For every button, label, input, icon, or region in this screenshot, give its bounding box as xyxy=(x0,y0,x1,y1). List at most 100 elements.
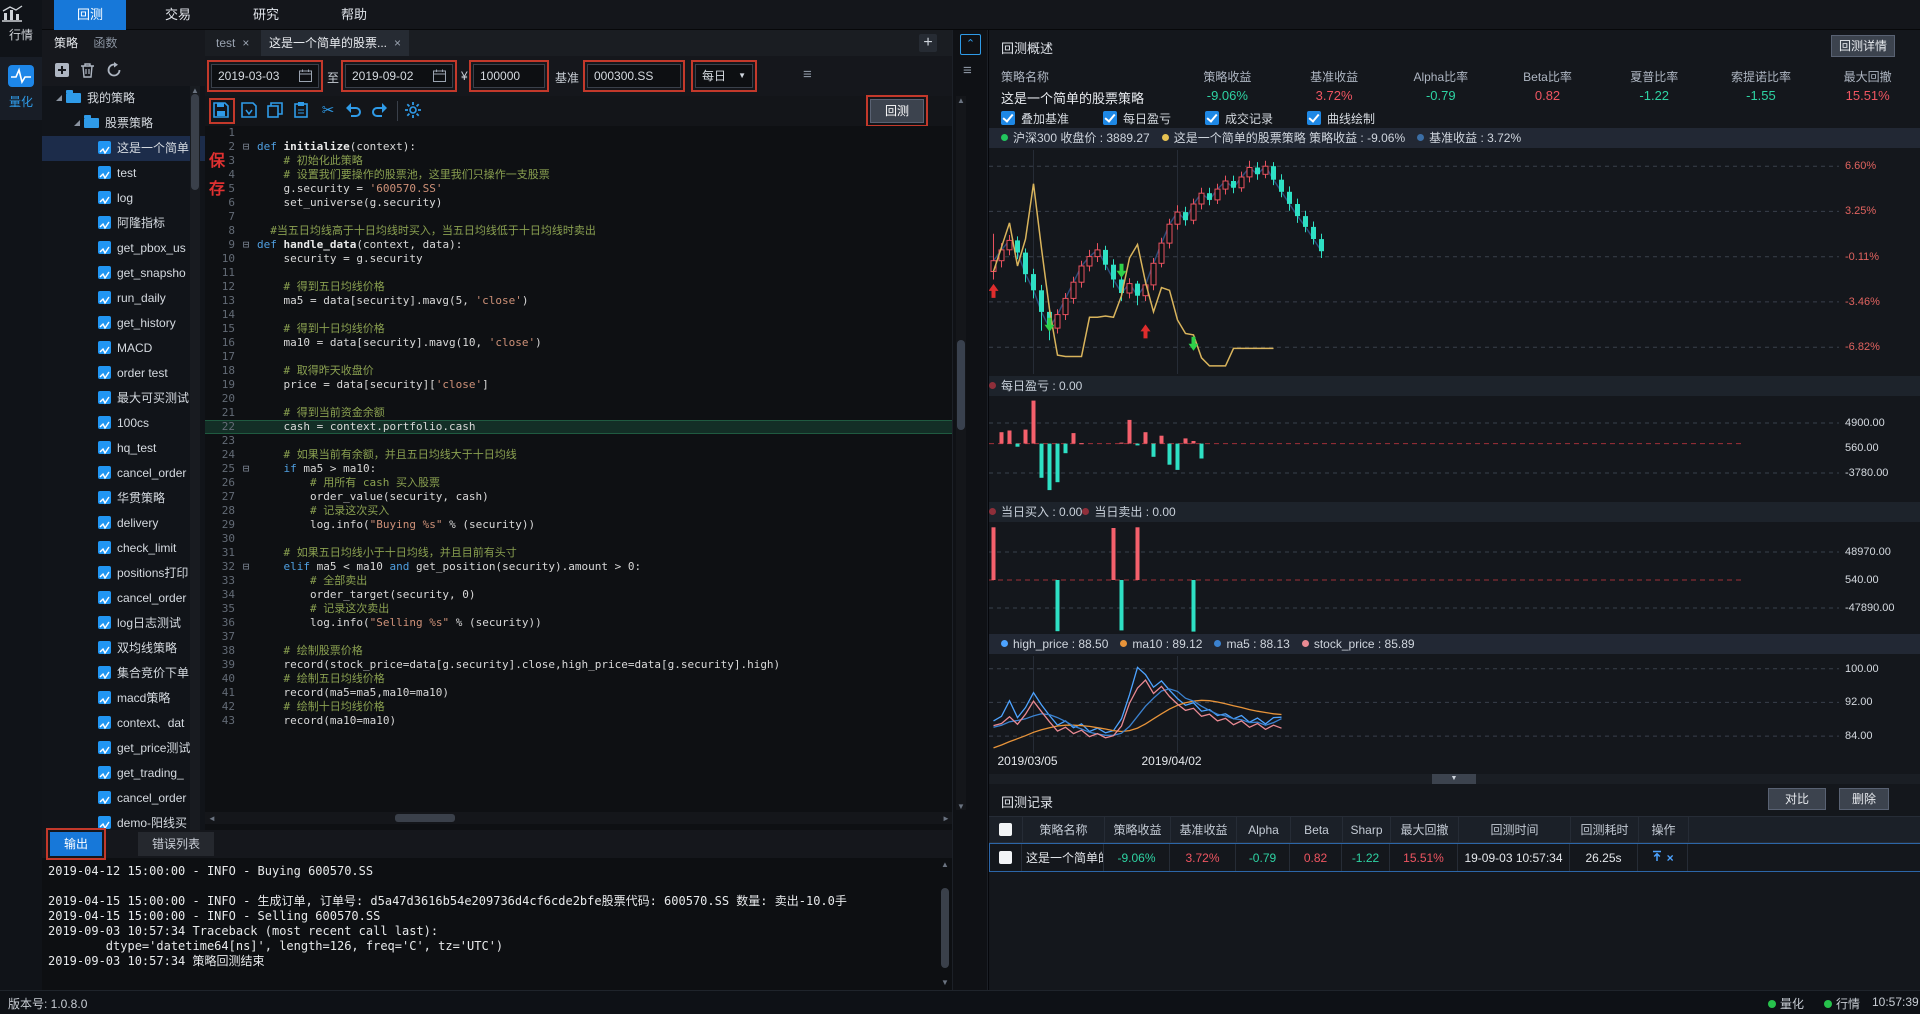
code-line-2[interactable]: 2⊟def initialize(context): xyxy=(205,140,952,154)
code-line-42[interactable]: 42 # 绘制十日均线价格 xyxy=(205,700,952,714)
end-date-input[interactable]: 2019-09-02 xyxy=(345,64,453,88)
pin-top-icon[interactable] xyxy=(1651,851,1663,865)
code-line-11[interactable]: 11 xyxy=(205,266,952,280)
editor-tab-test[interactable]: test× xyxy=(208,30,257,56)
code-line-17[interactable]: 17 xyxy=(205,350,952,364)
run-backtest-button[interactable]: 回测 xyxy=(870,99,924,123)
code-line-22[interactable]: 22 cash = context.portfolio.cash xyxy=(205,420,952,434)
tree-item-10[interactable]: order test xyxy=(42,361,205,386)
code-line-8[interactable]: 8 #当五日均线高于十日均线时买入，当五日均线低于十日均线时卖出 xyxy=(205,224,952,238)
code-line-9[interactable]: 9⊟def handle_data(context, data): xyxy=(205,238,952,252)
tree-folder-stocks[interactable]: 股票策略 xyxy=(42,111,205,136)
code-line-12[interactable]: 12 # 得到五日均线价格 xyxy=(205,280,952,294)
code-line-28[interactable]: 28 # 记录这次买入 xyxy=(205,504,952,518)
tab-strategy[interactable]: 策略 xyxy=(54,36,78,50)
tree-item-4[interactable]: 阿隆指标 xyxy=(42,211,205,236)
status-market[interactable]: 行情 xyxy=(1824,995,1860,1012)
scroll-down-button[interactable]: ▼ xyxy=(1432,774,1476,784)
code-line-19[interactable]: 19 price = data[security]['close'] xyxy=(205,378,952,392)
save-all-icon[interactable] xyxy=(241,102,259,120)
tree-item-25[interactable]: get_price测试 xyxy=(42,736,205,761)
editor-scroll-strip[interactable]: ⌃ ≡ ▲▼ xyxy=(952,30,988,990)
cut-icon[interactable]: ✂ xyxy=(319,102,337,120)
tree-item-1[interactable]: 这是一个简单 xyxy=(42,136,205,161)
tree-item-14[interactable]: cancel_order xyxy=(42,461,205,486)
save-icon[interactable] xyxy=(213,102,231,120)
menu-tab-1[interactable]: 回测 xyxy=(54,0,126,30)
code-line-39[interactable]: 39 record(stock_price=data[g.security].c… xyxy=(205,658,952,672)
copy-icon[interactable] xyxy=(267,102,285,120)
legend-item-3[interactable]: ma5 : 88.13 xyxy=(1214,637,1289,651)
tab-output[interactable]: 输出 xyxy=(50,832,102,856)
code-line-34[interactable]: 34 order_target(security, 0) xyxy=(205,588,952,602)
tree-item-2[interactable]: test xyxy=(42,161,205,186)
code-line-18[interactable]: 18 # 取得昨天收盘价 xyxy=(205,364,952,378)
code-line-10[interactable]: 10 security = g.security xyxy=(205,252,952,266)
tree-item-26[interactable]: get_trading_ xyxy=(42,761,205,786)
record-row[interactable]: 这是一个简单的-9.06%3.72%-0.790.82-1.2215.51%19… xyxy=(989,843,1920,872)
code-line-6[interactable]: 6 set_universe(g.security) xyxy=(205,196,952,210)
overview-chart[interactable]: 6.60%3.25%-0.11%-3.46%-6.82% xyxy=(989,150,1920,374)
row-checkbox[interactable] xyxy=(999,851,1012,864)
delete-strategy-icon[interactable] xyxy=(80,62,98,80)
code-line-15[interactable]: 15 # 得到十日均线价格 xyxy=(205,322,952,336)
code-line-7[interactable]: 7 xyxy=(205,210,952,224)
delete-record-icon[interactable]: × xyxy=(1667,851,1674,865)
code-line-29[interactable]: 29 log.info("Buying %s" % (security)) xyxy=(205,518,952,532)
price-chart[interactable]: 100.0092.0084.00 xyxy=(989,656,1920,753)
code-editor[interactable]: 12⊟def initialize(context):3 # 初始化此策略4 #… xyxy=(205,126,952,812)
code-line-33[interactable]: 33 # 全部卖出 xyxy=(205,574,952,588)
tree-item-21[interactable]: 双均线策略 xyxy=(42,636,205,661)
editor-tab-current[interactable]: 这是一个简单的股票...× xyxy=(261,30,409,56)
close-tab-icon[interactable]: × xyxy=(394,36,401,50)
select-all-checkbox[interactable] xyxy=(999,823,1012,836)
legend-item-2[interactable]: 这是一个简单的股票策略 策略收益 : -9.06% xyxy=(1162,131,1405,145)
code-line-38[interactable]: 38 # 绘制股票价格 xyxy=(205,644,952,658)
menu-tab-3[interactable]: 研究 xyxy=(230,0,302,30)
console-scrollbar[interactable]: ▲▼ xyxy=(940,860,950,986)
option-2[interactable]: 每日盈亏 xyxy=(1103,110,1171,128)
code-line-41[interactable]: 41 record(ma5=ma5,ma10=ma10) xyxy=(205,686,952,700)
expand-panel-button[interactable]: ⌃ xyxy=(960,34,981,55)
code-line-16[interactable]: 16 ma10 = data[security].mavg(10, 'close… xyxy=(205,336,952,350)
tab-error-list[interactable]: 错误列表 xyxy=(138,832,214,856)
option-4[interactable]: 曲线绘制 xyxy=(1307,110,1375,128)
cash-input[interactable]: 100000 xyxy=(473,64,545,88)
compare-button[interactable]: 对比 xyxy=(1768,788,1826,810)
code-line-23[interactable]: 23 xyxy=(205,434,952,448)
code-line-4[interactable]: 4 # 设置我们要操作的股票池，这里我们只操作一支股票 xyxy=(205,168,952,182)
code-line-37[interactable]: 37 xyxy=(205,630,952,644)
tree-item-11[interactable]: 最大可买测试 xyxy=(42,386,205,411)
redo-icon[interactable] xyxy=(371,102,389,120)
code-line-3[interactable]: 3 # 初始化此策略 xyxy=(205,154,952,168)
code-line-43[interactable]: 43 record(ma10=ma10) xyxy=(205,714,952,728)
tree-item-8[interactable]: get_history xyxy=(42,311,205,336)
legend-item-3[interactable]: 基准收益 : 3.72% xyxy=(1417,131,1521,145)
delete-button[interactable]: 删除 xyxy=(1839,788,1889,810)
trades-chart[interactable]: 48970.00540.00-47890.00 xyxy=(989,524,1920,636)
editor-vscroll-handle[interactable] xyxy=(957,340,965,430)
legend-item-2[interactable]: ma10 : 89.12 xyxy=(1120,637,1202,651)
tree-item-28[interactable]: demo-阳线买 xyxy=(42,811,205,830)
tree-item-9[interactable]: MACD xyxy=(42,336,205,361)
code-line-14[interactable]: 14 xyxy=(205,308,952,322)
panel-scroll-strip[interactable]: ▼ xyxy=(989,774,1920,784)
refresh-icon[interactable] xyxy=(106,62,124,80)
status-quant[interactable]: 量化 xyxy=(1768,995,1804,1012)
code-line-20[interactable]: 20 xyxy=(205,392,952,406)
option-1[interactable]: 叠加基准 xyxy=(1001,110,1069,128)
rail-item-quant[interactable]: 量化 xyxy=(0,57,42,120)
code-line-27[interactable]: 27 order_value(security, cash) xyxy=(205,490,952,504)
tree-item-17[interactable]: check_limit xyxy=(42,536,205,561)
code-line-24[interactable]: 24 # 如果当前有余额，并且五日均线大于十日均线 xyxy=(205,448,952,462)
tree-folder-root[interactable]: 我的策略 xyxy=(42,86,205,111)
undo-icon[interactable] xyxy=(345,102,363,120)
settings-gear-icon[interactable] xyxy=(405,102,423,120)
code-line-26[interactable]: 26 # 用所有 cash 买入股票 xyxy=(205,476,952,490)
tree-item-18[interactable]: positions打印 xyxy=(42,561,205,586)
tree-item-7[interactable]: run_daily xyxy=(42,286,205,311)
tree-scrollbar[interactable]: ▲ xyxy=(190,86,200,830)
tree-item-12[interactable]: 100cs xyxy=(42,411,205,436)
code-line-25[interactable]: 25⊟ if ma5 > ma10: xyxy=(205,462,952,476)
toolbar-overflow-icon[interactable]: ≡ xyxy=(803,66,812,83)
